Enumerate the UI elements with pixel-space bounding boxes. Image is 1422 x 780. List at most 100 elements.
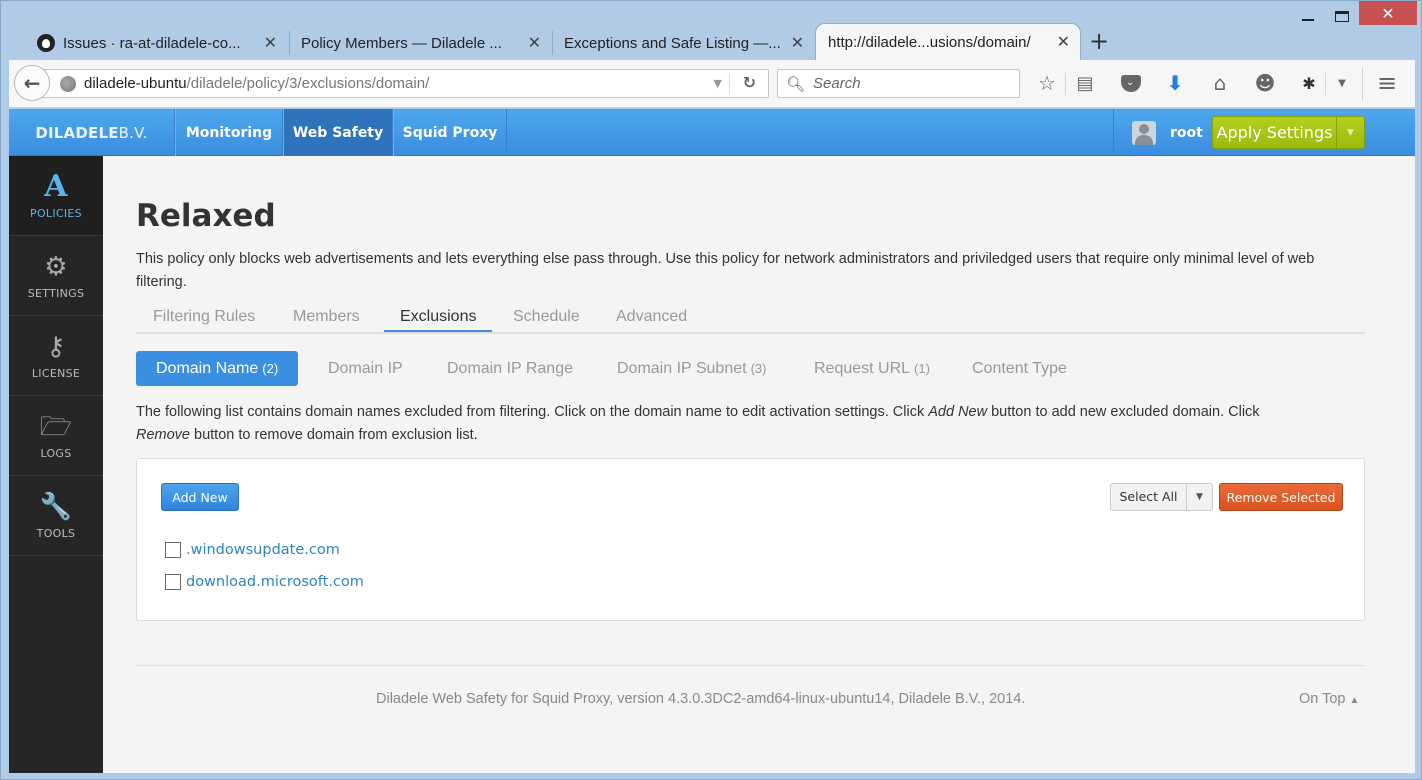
overflow-dropdown-icon[interactable]: ▼ [1330, 71, 1354, 95]
close-tab-icon[interactable]: ✕ [791, 33, 804, 53]
close-tab-icon[interactable]: ✕ [264, 33, 277, 53]
nav-web-safety[interactable]: Web Safety [283, 109, 393, 156]
footer-divider [136, 665, 1365, 666]
domain-link[interactable]: .windowsupdate.com [186, 542, 340, 558]
sidebar-item-policies[interactable]: A POLICIES [9, 156, 103, 236]
brand-light: B.V. [118, 123, 148, 142]
search-input[interactable]: 🔍︎ Search [777, 69, 1020, 98]
user-menu[interactable]: root [1113, 109, 1203, 156]
toolbar-separator [1065, 73, 1066, 95]
tab-advanced[interactable]: Advanced [616, 308, 687, 330]
exclusion-list-panel: Add New Select All ▼ Remove Selected .wi… [136, 458, 1365, 621]
browser-tab-exceptions[interactable]: Exceptions and Safe Listing —... ✕ [552, 26, 814, 60]
pill-count: (2) [262, 361, 279, 376]
domain-checkbox[interactable] [165, 574, 181, 590]
sidebar-item-tools[interactable]: 🔧 TOOLS [9, 476, 103, 556]
brand-bold: DILADELE [35, 123, 119, 142]
sidebar-item-license[interactable]: ⚷ LICENSE [9, 316, 103, 396]
select-all-button[interactable]: Select All ▼ [1110, 483, 1213, 511]
username: root [1170, 124, 1203, 141]
key-icon: ⚷ [46, 332, 66, 362]
tab-filtering-rules[interactable]: Filtering Rules [153, 308, 255, 330]
browser-tab-policy-members[interactable]: Policy Members — Diladele ... ✕ [289, 26, 551, 60]
desc-text: button to add new excluded domain. Click [987, 404, 1260, 420]
select-all-label: Select All [1111, 484, 1187, 510]
pill-count: (1) [914, 361, 930, 376]
sidebar-item-logs[interactable]: 🗁 LOGS [9, 396, 103, 476]
pocket-icon[interactable]: ⌄ [1119, 71, 1143, 95]
nav-monitoring[interactable]: Monitoring [175, 109, 283, 156]
close-window-button[interactable]: ✕ [1359, 1, 1417, 25]
remove-selected-button[interactable]: Remove Selected [1219, 483, 1343, 511]
list-item: .windowsupdate.com [165, 542, 340, 558]
sidebar-item-settings[interactable]: ⚙ SETTINGS [9, 236, 103, 316]
bug-extension-icon[interactable]: ✱ [1297, 71, 1321, 95]
pill-label: Domain IP Subnet [617, 359, 747, 377]
brand-logo[interactable]: DILADELE B.V. [9, 109, 175, 156]
downloads-icon[interactable]: ⬇ [1163, 71, 1187, 95]
pill-label: Content Type [972, 359, 1067, 377]
tab-members[interactable]: Members [293, 308, 360, 330]
search-placeholder: Search [813, 75, 861, 92]
sidebar-item-label: LICENSE [31, 367, 81, 380]
url-path: /diladele/policy/3/exclusions/domain/ [186, 75, 430, 92]
desc-emphasis: Remove [136, 427, 190, 443]
apply-settings-button[interactable]: Apply Settings ▼ [1212, 116, 1365, 149]
apply-settings-label: Apply Settings [1213, 117, 1337, 148]
pill-label: Request URL [814, 359, 911, 377]
browser-tab-issues[interactable]: Issues · ra-at-diladele-co... ✕ [25, 26, 287, 60]
policies-icon: A [44, 169, 68, 204]
desc-text: button to remove domain from exclusion l… [190, 427, 478, 443]
top-navbar: DILADELE B.V. Monitoring Web Safety Squi… [9, 109, 1415, 156]
desc-text: The following list contains domain names… [136, 404, 929, 420]
sidebar: A POLICIES ⚙ SETTINGS ⚷ LICENSE 🗁 LOGS 🔧… [9, 156, 103, 773]
on-top-link[interactable]: On Top ▲ [1299, 691, 1359, 707]
domain-checkbox[interactable] [165, 542, 181, 558]
web-app: DILADELE B.V. Monitoring Web Safety Squi… [9, 109, 1415, 773]
back-button[interactable]: ← [14, 65, 50, 101]
tab-title: Issues · ra-at-diladele-co... [63, 34, 241, 52]
pill-content-type[interactable]: Content Type [972, 351, 1067, 386]
footer-version: Diladele Web Safety for Squid Proxy, ver… [376, 691, 1026, 707]
add-new-button[interactable]: Add New [161, 483, 239, 511]
chevron-down-icon[interactable]: ▼ [1187, 492, 1212, 502]
bookmark-star-icon[interactable]: ☆ [1035, 71, 1059, 95]
url-bar[interactable]: diladele-ubuntu/diladele/policy/3/exclus… [33, 69, 769, 98]
close-tab-icon[interactable]: ✕ [1057, 32, 1070, 52]
on-top-label: On Top [1299, 691, 1346, 707]
browser-toolbar: diladele-ubuntu/diladele/policy/3/exclus… [9, 60, 1415, 108]
domain-link[interactable]: download.microsoft.com [186, 574, 364, 590]
pill-label: Domain Name [156, 359, 259, 377]
tab-title: http://diladele...usions/domain/ [828, 33, 1031, 51]
home-icon[interactable]: ⌂ [1208, 71, 1232, 95]
pill-count: (3) [750, 361, 767, 376]
list-description: The following list contains domain names… [136, 401, 1366, 447]
back-arrow-icon: ← [23, 71, 41, 95]
browser-tab-active[interactable]: http://diladele...usions/domain/ ✕ [815, 23, 1081, 60]
reading-list-icon[interactable]: ▤ [1073, 71, 1097, 95]
toolbar-separator [1325, 73, 1326, 95]
tab-title: Exceptions and Safe Listing —... [564, 34, 781, 52]
hamburger-menu-icon[interactable]: ≡ [1375, 69, 1399, 97]
pill-domain-ip-subnet[interactable]: Domain IP Subnet (3) [617, 351, 766, 386]
minimize-icon [1302, 19, 1314, 21]
nav-squid-proxy[interactable]: Squid Proxy [393, 109, 507, 156]
reload-icon[interactable]: ↻ [743, 73, 756, 92]
list-item: download.microsoft.com [165, 574, 364, 590]
new-tab-button[interactable]: + [1089, 27, 1109, 55]
pill-domain-ip-range[interactable]: Domain IP Range [447, 351, 573, 386]
url-history-dropdown-icon[interactable]: ▼ [714, 77, 722, 90]
pill-domain-ip[interactable]: Domain IP [328, 351, 403, 386]
pill-request-url[interactable]: Request URL (1) [814, 351, 930, 386]
toolbar-separator [1362, 67, 1363, 101]
close-tab-icon[interactable]: ✕ [528, 33, 541, 53]
tab-exclusions[interactable]: Exclusions [384, 308, 493, 332]
globe-icon [60, 76, 76, 92]
sidebar-item-label: POLICIES [30, 207, 82, 220]
tab-schedule[interactable]: Schedule [513, 308, 580, 330]
pill-domain-name[interactable]: Domain Name (2) [136, 351, 299, 386]
tab-title: Policy Members — Diladele ... [301, 34, 502, 52]
chevron-down-icon[interactable]: ▼ [1337, 128, 1364, 138]
chat-icon[interactable]: ☻ [1253, 71, 1277, 95]
tab-strip: Issues · ra-at-diladele-co... ✕ Policy M… [9, 23, 1409, 60]
